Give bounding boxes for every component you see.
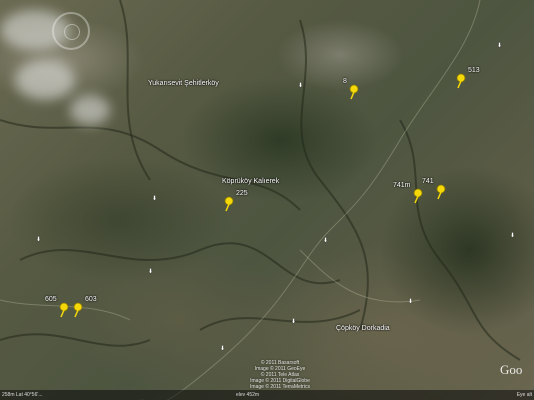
navigation-compass[interactable] [52,12,90,50]
pushpin-marker[interactable]: 741 [422,178,447,200]
pin-label: 225 [236,190,248,197]
map-provider-logo: Goo [500,362,523,377]
pushpin-marker[interactable]: 225 [223,190,248,212]
pushpin-marker[interactable]: 603 [72,296,97,318]
arrow-marker-icon: ⬇ [408,299,414,305]
elevation-readout: elev 452m [236,392,260,398]
place-dorkadia[interactable]: Çöpköy Dorkadia [336,325,390,332]
eye-altitude-readout: Eye alt [516,392,532,398]
arrow-marker-icon: ⬇ [497,43,503,49]
pushpin-marker[interactable]: 741m [393,182,424,204]
satellite-map[interactable]: Yukarısevit Şehitlerköy Köprüköy Kalıere… [0,0,534,400]
cloud-overlay [70,95,110,125]
arrow-marker-icon: ⬇ [323,238,329,244]
pushpin-marker[interactable]: 513 [455,67,480,89]
pushpin-icon [224,196,234,212]
pushpin-icon [59,302,69,318]
pin-label: 603 [85,296,97,303]
pushpin-icon [349,84,359,100]
place-yukari[interactable]: Yukarısevit Şehitlerköy [148,80,219,87]
cloud-overlay [15,60,75,100]
look-control[interactable] [64,24,80,40]
pushpin-icon [436,184,446,200]
pushpin-icon [73,302,83,318]
arrow-marker-icon: ⬇ [291,319,297,325]
status-bar: 258m Lat 40°56'... elev 452m Eye alt [0,390,534,400]
place-koprukoy[interactable]: Köprüköy Kalıerek [222,178,279,185]
imagery-copyright: © 2011 Basarsoft Image © 2011 GeoEye © 2… [250,360,310,390]
arrow-marker-icon: ⬇ [510,233,516,239]
arrow-marker-icon: ⬇ [220,346,226,352]
pushpin-marker[interactable]: 605 [45,296,70,318]
pin-label: 8 [343,78,347,85]
pushpin-marker[interactable]: 8 [343,78,360,100]
arrow-marker-icon: ⬇ [36,237,42,243]
coordinate-readout: 258m Lat 40°56'... [2,392,43,398]
terrain-overlay [0,0,521,400]
pin-label: 605 [45,296,57,303]
place-label: Köprüköy Kalıerek [222,178,280,185]
arrow-marker-icon: ⬇ [152,196,158,202]
arrow-marker-icon: ⬇ [148,269,154,275]
pin-label: 513 [468,67,480,74]
pin-label: 741m [393,182,411,189]
place-label: Yukarısevit Şehitlerköy [148,80,219,87]
arrow-marker-icon: ⬇ [298,83,304,89]
pushpin-icon [456,73,466,89]
pin-label: 741 [422,178,434,185]
place-label: Çöpköy Dorkadia [336,325,390,332]
